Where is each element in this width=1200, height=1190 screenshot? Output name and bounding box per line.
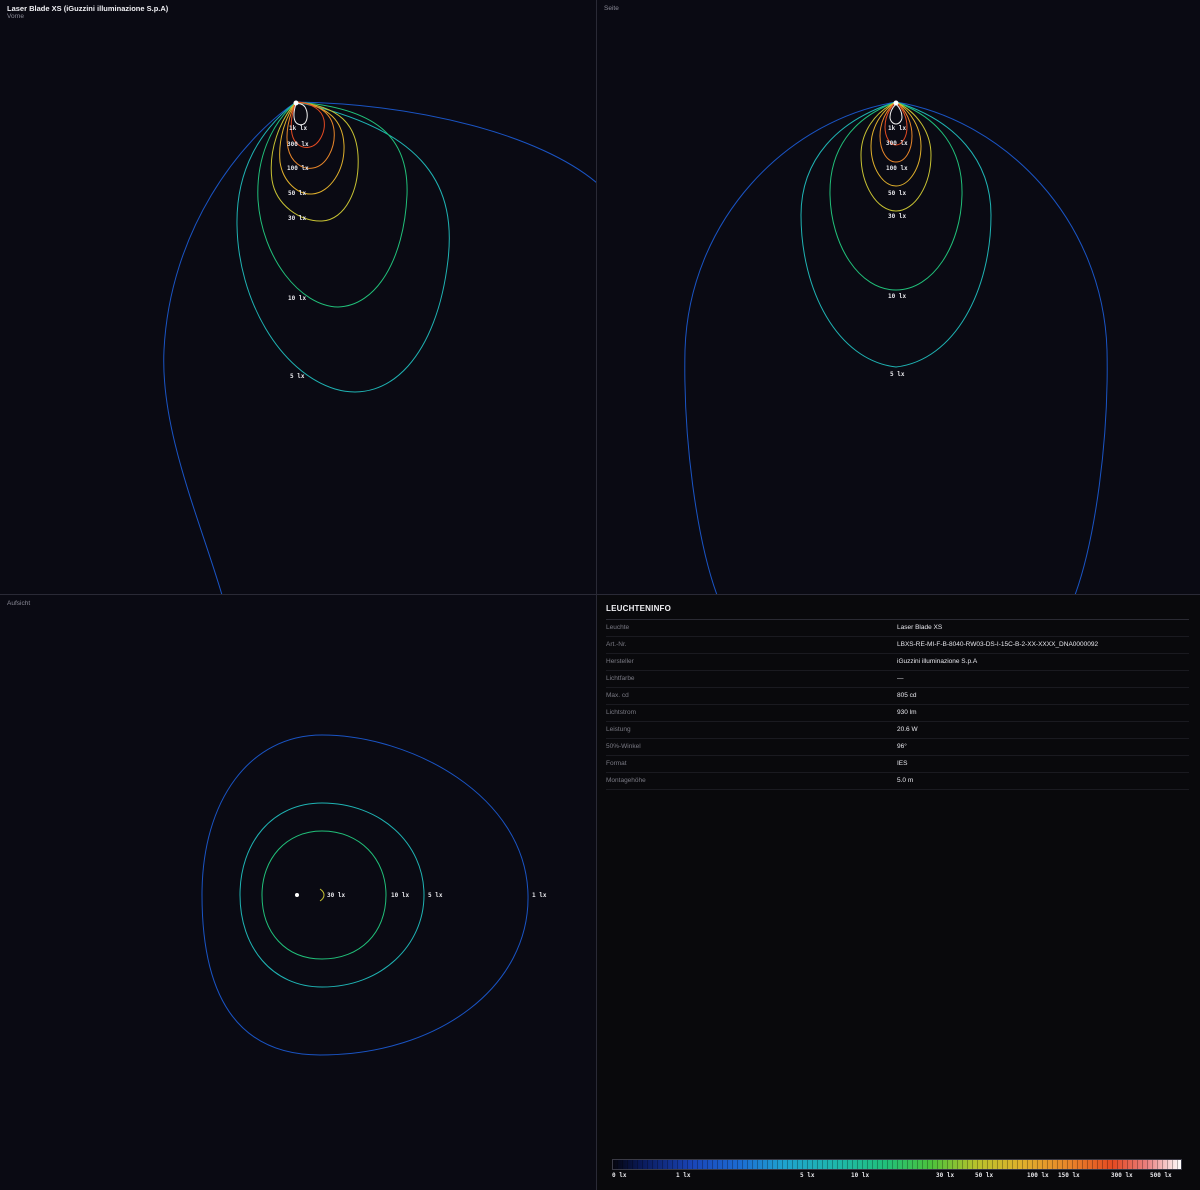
info-value: 96°: [897, 743, 907, 750]
info-value: Laser Blade XS: [897, 624, 943, 631]
contour-1lx: [684, 101, 1108, 594]
info-value: 930 lm: [897, 709, 917, 716]
front-view-panel: Laser Blade XS (iGuzzini illuminazione S…: [0, 0, 597, 595]
side-view-panel: Seite 1k lx 300 lx 100 lx 50 lx 30 lx 10…: [597, 0, 1200, 595]
front-isolux-plot: 1k lx 300 lx 100 lx 50 lx 30 lx 10 lx 5 …: [163, 100, 596, 594]
info-key: Format: [606, 760, 627, 767]
info-key: Montagehöhe: [606, 777, 646, 784]
iso-label-1: 1 lx: [532, 892, 547, 899]
contour-30lx: [319, 888, 325, 902]
info-row: Hersteller iGuzzini illuminazione S.p.A: [606, 654, 1189, 671]
iso-label-10: 10 lx: [888, 293, 906, 300]
info-key: Art.-Nr.: [606, 641, 627, 648]
info-key: Max. cd: [606, 692, 629, 699]
info-value: LBXS-RE-MI-F-B-8040-RW03-DS-I-15C-B-2-XX…: [897, 641, 1099, 648]
luminaire-marker: [295, 893, 299, 897]
iso-label-100: 100 lx: [287, 165, 309, 172]
luminaire-info-panel: LEUCHTENINFO Leuchte Laser Blade XS Art.-N…: [597, 595, 1200, 1190]
info-row: Leuchte Laser Blade XS: [606, 620, 1189, 637]
contour-1klx: [293, 103, 308, 126]
iso-label-30: 30 lx: [888, 213, 906, 220]
info-value: 5.0 m: [897, 777, 914, 784]
contour-30lx: [270, 101, 359, 222]
info-title: LEUCHTENINFO: [606, 604, 672, 613]
info-key: Lichtstrom: [606, 709, 636, 716]
info-key: Leistung: [606, 726, 631, 733]
legend-tick-label: 150 lx: [1058, 1172, 1080, 1179]
iso-label-10: 10 lx: [288, 295, 306, 302]
luminaire-marker: [293, 100, 299, 106]
info-row: Art.-Nr. LBXS-RE-MI-F-B-8040-RW03-DS-I-15…: [606, 637, 1189, 654]
iso-label-10: 10 lx: [391, 892, 409, 899]
top-isolux-plot: 30 lx 10 lx 5 lx 1 lx: [201, 734, 547, 1056]
iso-label-50: 50 lx: [888, 190, 906, 197]
info-value: iGuzzini illuminazione S.p.A: [897, 658, 978, 665]
iso-label-5: 5 lx: [890, 371, 905, 378]
iso-label-300: 300 lx: [886, 140, 908, 147]
legend-tick-label: 100 lx: [1027, 1172, 1049, 1179]
info-row: Montagehöhe 5.0 m: [606, 773, 1189, 790]
info-row: Max. cd 805 cd: [606, 688, 1189, 705]
top-view-panel: Aufsicht 30 lx 10 lx 5 lx 1 lx: [0, 595, 597, 1190]
info-value: IES: [897, 760, 908, 767]
legend-tick-label: 5 lx: [800, 1172, 815, 1179]
illuminance-legend-bar: [612, 1159, 1182, 1170]
iso-label-100: 100 lx: [886, 165, 908, 172]
info-key: 50%-Winkel: [606, 743, 641, 750]
luminaire-marker: [893, 100, 899, 106]
info-row: 50%-Winkel 96°: [606, 739, 1189, 756]
contour-50lx: [279, 101, 345, 195]
iso-label-30: 30 lx: [288, 215, 306, 222]
legend-tick-label: 0 lx: [612, 1172, 627, 1179]
iso-label-5: 5 lx: [290, 373, 305, 380]
info-row: Lichtfarbe —: [606, 671, 1189, 688]
info-value: 805 cd: [897, 692, 917, 699]
info-row: Leistung 20.6 W: [606, 722, 1189, 739]
legend-tick-label: 10 lx: [851, 1172, 870, 1179]
info-value: 20.6 W: [897, 726, 918, 733]
info-row: Lichtstrom 930 lm: [606, 705, 1189, 722]
iso-label-300: 300 lx: [287, 141, 309, 148]
iso-label-50: 50 lx: [288, 190, 306, 197]
info-key: Leuchte: [606, 624, 630, 631]
contour-1lx: [201, 734, 529, 1056]
iso-label-1k: 1k lx: [888, 125, 906, 132]
info-key: Hersteller: [606, 658, 634, 665]
info-row: Format IES: [606, 756, 1189, 773]
legend-tick-label: 1 lx: [676, 1172, 691, 1179]
info-key: Lichtfarbe: [606, 675, 635, 682]
legend-tick-label: 50 lx: [975, 1172, 994, 1179]
legend-tick-label: 300 lx: [1111, 1172, 1133, 1179]
iso-label-1k: 1k lx: [289, 125, 307, 132]
info-table: Leuchte Laser Blade XS Art.-Nr. LBXS-RE-MI-…: [606, 620, 1189, 790]
iso-label-30: 30 lx: [327, 892, 345, 899]
iso-label-5: 5 lx: [428, 892, 443, 899]
info-value: —: [897, 675, 904, 682]
contour-1lx: [163, 101, 596, 594]
legend-tick-label: 30 lx: [936, 1172, 955, 1179]
side-isolux-plot: 1k lx 300 lx 100 lx 50 lx 30 lx 10 lx 5 …: [684, 100, 1108, 594]
legend-tick-label: 500 lx: [1150, 1172, 1172, 1179]
